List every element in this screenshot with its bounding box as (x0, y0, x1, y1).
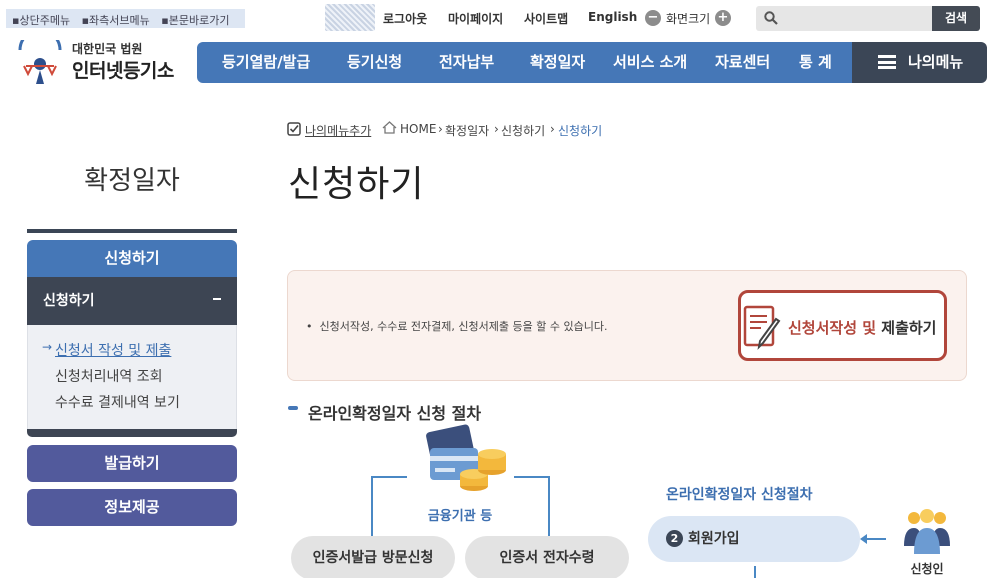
process-title: 온라인확정일자 신청절차 (666, 487, 813, 503)
breadcrumb-current: 신청하기 (558, 124, 603, 138)
connector-right (514, 476, 550, 536)
skip-links: ▪상단주메뉴 ▪좌측서브메뉴 ▪본문바로가기 (6, 9, 245, 28)
form-pen-icon (743, 305, 781, 350)
write-and-submit-button[interactable]: 신청서작성 및 제출하기 (738, 290, 947, 361)
nav-item-service-intro[interactable]: 서비스 소개 (613, 42, 687, 83)
card-coins-icon (426, 424, 506, 491)
arrow-down-icon (754, 566, 756, 578)
logo-subtitle: 대한민국 법원 (72, 42, 143, 56)
sidebar-list: → 신청서 작성 및 제출 신청처리내역 조회 수수료 결제내역 보기 (27, 325, 237, 429)
step-label: 회원가입 (688, 531, 740, 547)
english-link[interactable]: English (588, 10, 637, 24)
step-cert-receive: 인증서 전자수령 (465, 536, 629, 578)
nav-item-data-center[interactable]: 자료센터 (715, 42, 770, 83)
breadcrumb-item[interactable]: 신청하기 (501, 122, 545, 139)
arrow-left-icon (860, 534, 886, 544)
breadcrumb-sep: › (438, 122, 443, 136)
zoom-out-icon[interactable]: − (645, 10, 661, 26)
sidebar-info-button[interactable]: 정보제공 (27, 489, 237, 526)
main-nav: 등기열람/발급 등기신청 전자납부 확정일자 서비스 소개 자료센터 통 계 (197, 42, 852, 83)
captcha-noise-image (325, 4, 375, 31)
logo-title: 인터넷등기소 (72, 60, 174, 82)
collapse-icon (213, 298, 221, 300)
applicant-label: 신청인 (910, 562, 944, 576)
nav-item-statistics[interactable]: 통 계 (799, 42, 832, 83)
search-icon (764, 11, 778, 25)
section-heading: 온라인확정일자 신청 절차 (288, 400, 481, 424)
search-button[interactable]: 검색 (932, 6, 980, 31)
breadcrumb-sep: › (494, 122, 499, 136)
court-emblem-icon (18, 40, 62, 84)
mypage-link[interactable]: 마이페이지 (448, 10, 503, 27)
sidebar-section-header[interactable]: 신청하기 (27, 240, 237, 277)
zoom-label: 화면크기 (666, 12, 711, 26)
add-my-menu-link[interactable]: 나의메뉴추가 (305, 122, 371, 139)
nav-item-fixed-date[interactable]: 확정일자 (530, 42, 585, 83)
sidebar-item-application-submit[interactable]: → 신청서 작성 및 제출 (42, 340, 172, 360)
breadcrumb-sep: › (550, 122, 555, 136)
breadcrumb-home[interactable]: HOME (400, 122, 436, 136)
sidebar-issue-button[interactable]: 발급하기 (27, 445, 237, 482)
site-logo[interactable]: 대한민국 법원 인터넷등기소 (16, 40, 186, 86)
breadcrumb-item[interactable]: 확정일자 (445, 122, 489, 139)
sidebar-list-footer (27, 429, 237, 437)
my-menu-button[interactable]: 나의메뉴 (852, 42, 987, 83)
checkbox-icon (287, 122, 301, 136)
people-icon (904, 509, 950, 554)
skip-link-sub-menu[interactable]: ▪좌측서브메뉴 (82, 14, 154, 27)
sidebar-title: 확정일자 (84, 166, 180, 196)
sidebar-divider (27, 229, 237, 233)
step-signup: 2 회원가입 (648, 516, 860, 562)
step-cert-visit: 인증서발급 방문신청 (291, 536, 455, 578)
sidebar-item-label: 신청서 작성 및 제출 (55, 343, 172, 359)
nav-item-e-payment[interactable]: 전자납부 (439, 42, 494, 83)
hamburger-icon (878, 55, 896, 69)
sidebar-item-process-history[interactable]: 신청처리내역 조회 (55, 366, 163, 386)
arrow-right-icon: → (42, 340, 53, 354)
cta-label: 신청서작성 및 제출하기 (788, 319, 937, 337)
zoom-in-icon[interactable]: + (715, 10, 731, 26)
nav-item-registry-view[interactable]: 등기열람/발급 (222, 42, 310, 83)
nav-item-registry-apply[interactable]: 등기신청 (347, 42, 402, 83)
sidebar-item-fee-history[interactable]: 수수료 결제내역 보기 (55, 392, 180, 412)
sitemap-link[interactable]: 사이트맵 (524, 10, 568, 27)
info-text: • 신청서작성, 수수료 전자결제, 신청서제출 등을 할 수 있습니다. (306, 320, 608, 333)
home-icon (382, 121, 397, 134)
page-title: 신청하기 (288, 164, 425, 205)
bank-label: 금융기관 등 (427, 509, 493, 524)
my-menu-label: 나의메뉴 (908, 53, 964, 71)
sidebar-sub-header[interactable]: 신청하기 (27, 277, 237, 325)
step-number: 2 (666, 530, 683, 547)
search-input[interactable] (756, 6, 932, 31)
sidebar-sub-header-label: 신청하기 (43, 293, 95, 309)
skip-link-main-menu[interactable]: ▪상단주메뉴 (12, 14, 74, 27)
logout-link[interactable]: 로그아웃 (383, 10, 427, 27)
skip-link-content[interactable]: ▪본문바로가기 (161, 14, 233, 27)
connector-left (371, 476, 407, 536)
